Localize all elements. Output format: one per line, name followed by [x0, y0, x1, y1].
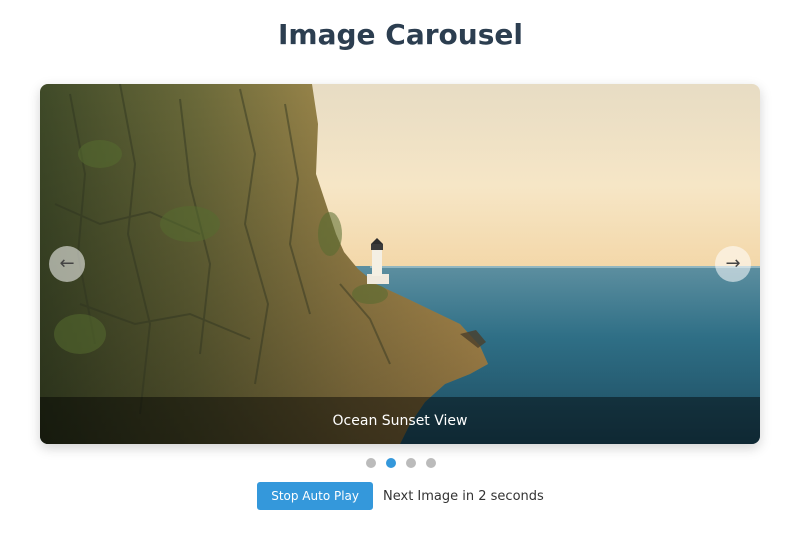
autoplay-status-text: Next Image in 2 seconds [383, 488, 544, 504]
previous-arrow-icon[interactable]: ← [49, 246, 85, 282]
slide-indicator-4[interactable] [425, 458, 436, 468]
carousel-controls: Stop Auto Play Next Image in 2 seconds [0, 482, 801, 510]
next-arrow-icon[interactable]: → [715, 246, 751, 282]
slide-indicator-2[interactable] [385, 458, 396, 468]
stop-autoplay-button[interactable]: Stop Auto Play [257, 482, 373, 510]
slide-image [40, 84, 760, 444]
slide-indicator-3[interactable] [405, 458, 416, 468]
slide-caption: Ocean Sunset View [40, 397, 760, 444]
image-carousel[interactable]: ← → Ocean Sunset View [40, 84, 760, 444]
slide-indicator-1[interactable] [365, 458, 376, 468]
page-title: Image Carousel [278, 18, 523, 51]
carousel-indicators [0, 458, 801, 468]
